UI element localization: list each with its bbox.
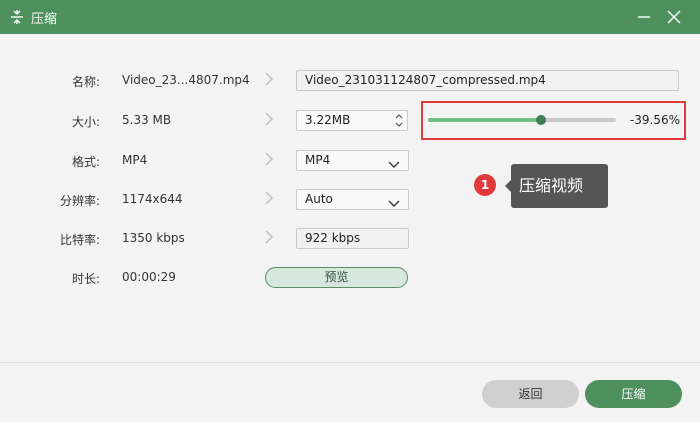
format-label: 格式:: [71, 155, 100, 169]
output-name-field[interactable]: Video_231031124807_compressed.mp4: [296, 70, 679, 91]
bitrate-original: 1350 kbps: [122, 231, 185, 245]
back-button[interactable]: 返回: [482, 380, 579, 408]
resolution-original: 1174x644: [122, 192, 183, 206]
output-size-stepper[interactable]: 3.22MB: [296, 110, 408, 131]
chevron-right-icon: [263, 72, 275, 86]
step-badge: 1: [474, 174, 496, 196]
chevron-right-icon: [263, 230, 275, 244]
size-label: 大小:: [71, 115, 100, 129]
compression-slider[interactable]: [428, 115, 616, 125]
compress-button[interactable]: 压缩: [585, 380, 682, 408]
format-original: MP4: [122, 153, 148, 167]
format-select[interactable]: MP4: [296, 150, 409, 171]
bitrate-label: 比特率:: [59, 233, 100, 247]
name-label: 名称:: [71, 75, 100, 89]
close-icon[interactable]: [664, 7, 684, 27]
duration-label: 时长:: [71, 272, 100, 286]
compress-icon: [10, 10, 24, 24]
slider-thumb[interactable]: [535, 115, 546, 125]
resolution-select-value: Auto: [305, 192, 333, 206]
name-original: Video_23...4807.mp4: [122, 73, 250, 87]
slider-fill: [428, 118, 541, 122]
compression-percent: -39.56%: [629, 113, 680, 127]
resolution-label: 分辨率:: [59, 194, 100, 208]
bitrate-field: 922 kbps: [296, 228, 409, 249]
callout-tooltip: 压缩视频: [505, 164, 608, 208]
window-title: 压缩: [31, 11, 58, 27]
chevron-right-icon: [263, 112, 275, 126]
chevron-down-icon: [388, 156, 400, 168]
chevron-down-icon: [388, 195, 400, 207]
title-bar: 压缩: [0, 0, 700, 34]
format-select-value: MP4: [305, 153, 331, 167]
minimize-icon[interactable]: [634, 7, 654, 27]
chevron-right-icon: [263, 152, 275, 166]
stepper-arrows-icon[interactable]: [393, 111, 405, 130]
output-size-value: 3.22MB: [305, 113, 351, 127]
duration-value: 00:00:29: [122, 270, 176, 284]
resolution-select[interactable]: Auto: [296, 189, 409, 210]
preview-button[interactable]: 预览: [265, 267, 408, 288]
chevron-right-icon: [263, 191, 275, 205]
size-original: 5.33 MB: [122, 113, 172, 127]
footer-divider: [0, 362, 700, 363]
